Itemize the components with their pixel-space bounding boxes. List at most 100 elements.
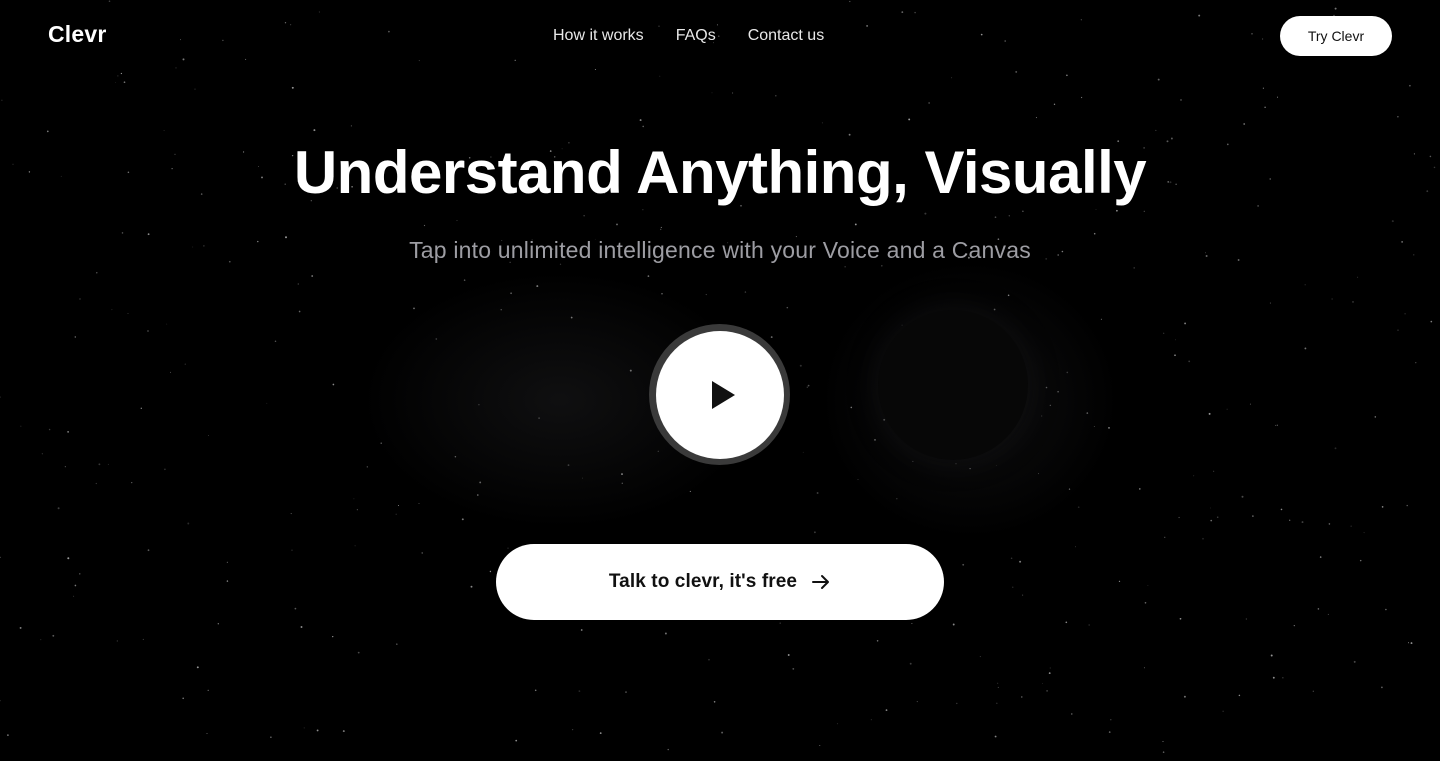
brand-logo[interactable]: Clevr [48,21,107,48]
star [661,293,663,295]
star [979,656,981,658]
star [1108,427,1110,429]
star [111,309,113,311]
star [732,92,734,94]
star [874,439,876,441]
star [994,735,997,738]
nav-link-faqs[interactable]: FAQs [676,26,716,46]
try-clevr-button[interactable]: Try Clevr [1280,16,1392,56]
star [396,643,398,645]
play-video-button[interactable] [649,324,790,465]
star [1144,601,1147,604]
star [1143,210,1145,212]
star [821,122,823,124]
star [1202,537,1204,540]
star [1041,415,1043,417]
star [689,490,691,492]
star [1048,672,1051,675]
star [1319,556,1322,558]
star [1430,320,1433,323]
star [1193,475,1195,477]
star [1086,412,1089,414]
star [510,292,512,295]
star [463,279,466,281]
star [1251,32,1253,35]
star [1262,38,1264,40]
star [0,556,2,559]
star [1042,683,1044,684]
star [928,102,930,104]
star [127,313,129,315]
star [1077,506,1080,509]
star [131,481,133,484]
star [1304,284,1306,286]
star [578,690,581,692]
star [901,324,903,326]
star [1293,625,1295,627]
star [175,67,177,69]
star [705,294,707,296]
star [121,232,124,234]
talk-to-clevr-button[interactable]: Talk to clevr, it's free [496,544,944,620]
star [993,308,996,311]
star [1276,96,1279,98]
star [48,428,51,431]
star [659,75,661,77]
star [1081,96,1083,99]
star [1226,408,1228,410]
star [616,223,618,226]
star [952,623,955,626]
star [1252,515,1254,517]
star [318,11,320,13]
star [79,298,81,300]
star [660,226,662,228]
star [850,406,853,409]
star [96,272,98,274]
nav-link-how-it-works[interactable]: How it works [553,26,644,46]
star [911,623,913,625]
play-icon [711,380,735,409]
star [711,92,713,94]
star [313,129,316,132]
star [1162,741,1164,742]
cta-label: Talk to clevr, it's free [608,571,798,592]
star [79,573,81,575]
star [290,24,292,26]
star [857,478,859,480]
star [1334,7,1337,10]
star [1272,676,1275,679]
star [515,739,518,742]
star [1163,332,1165,334]
star [274,340,277,343]
star [435,338,438,340]
star [40,639,42,641]
star [997,686,999,688]
star [226,580,229,582]
star [454,456,457,458]
star [583,215,585,217]
star [514,59,516,61]
star [870,719,872,721]
star [866,24,869,27]
star [142,638,144,640]
star [1045,386,1048,389]
star [621,482,623,484]
star [456,220,458,222]
star [67,557,70,560]
star [1327,613,1329,615]
play-button-disc [655,330,784,459]
star [997,682,999,684]
star [1312,690,1314,692]
star [1007,294,1010,297]
star [298,310,301,313]
star [1075,546,1076,548]
star [20,425,22,427]
star [413,307,415,310]
star [1317,608,1320,610]
star [1209,507,1211,509]
star [916,701,918,703]
nav-link-contact-us[interactable]: Contact us [748,26,824,46]
star [1188,360,1191,363]
star [582,477,583,479]
star [147,330,149,332]
